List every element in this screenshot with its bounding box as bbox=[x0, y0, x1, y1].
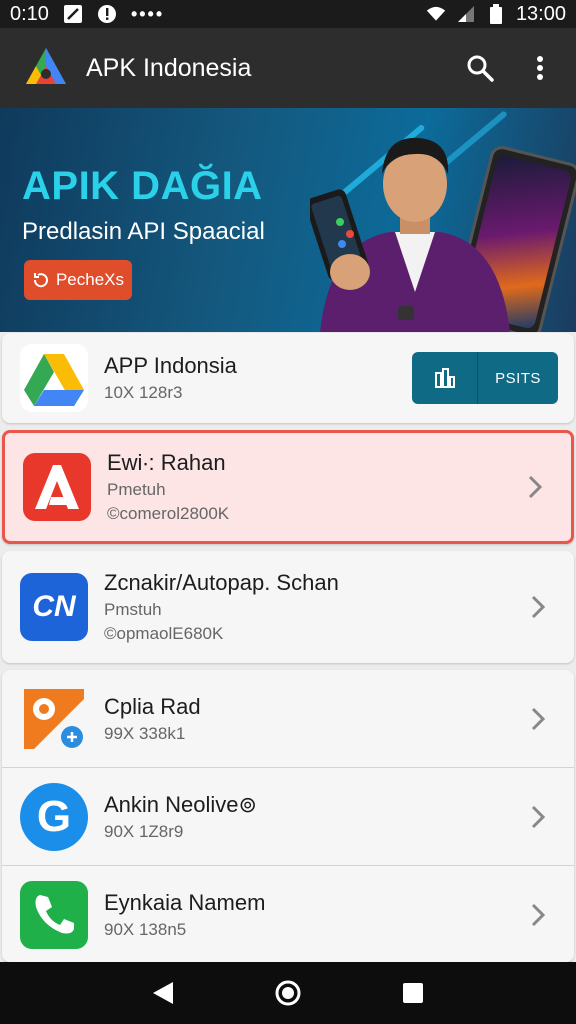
featured-action-button[interactable]: PSITS bbox=[412, 352, 558, 404]
featured-app-name: APP Indonsia bbox=[104, 353, 237, 378]
banner-subtitle: Predlasin API Spaacial bbox=[22, 218, 265, 245]
app-developer: Pmetuh bbox=[107, 480, 166, 499]
featured-button-label: PSITS bbox=[495, 369, 541, 387]
banner-cta-label: PecheXs bbox=[55, 270, 125, 289]
app-meta: 90X 138n5 bbox=[104, 920, 187, 939]
app-name: Eynkaia Namem bbox=[104, 890, 266, 915]
system-nav-bar bbox=[0, 962, 576, 1024]
app-name: Cplia Rad bbox=[104, 693, 201, 719]
featured-app-card[interactable]: APP Indonsia 10X 128r3 PSITS bbox=[2, 333, 574, 423]
cn-logo-text: CN bbox=[32, 590, 76, 623]
more-vert-icon[interactable] bbox=[524, 52, 556, 84]
search-icon[interactable] bbox=[464, 52, 496, 84]
list-item[interactable]: Eynkaia Namem 90X 138n5 bbox=[2, 866, 574, 962]
adobe-style-icon bbox=[23, 453, 91, 521]
apk-logo-icon bbox=[22, 44, 70, 92]
chevron-right-icon bbox=[531, 903, 546, 927]
app-name: Ewi∙: Rahan bbox=[107, 450, 226, 475]
app-list: Cplia Rad 99X 338k1 G Ankin Neolive⊚ 90X… bbox=[2, 670, 574, 962]
google-drive-style-icon bbox=[20, 344, 88, 412]
chart-icon bbox=[412, 352, 478, 404]
app-card-highlighted[interactable]: Ewi∙: Rahan Pmetuh ©comerol2800K bbox=[2, 430, 574, 544]
person-illustration bbox=[310, 137, 510, 332]
chevron-right-icon bbox=[531, 707, 546, 730]
phone-app-icon bbox=[20, 881, 88, 949]
recents-icon[interactable] bbox=[393, 973, 433, 1013]
banner-cta-button[interactable]: PecheXs bbox=[24, 260, 132, 300]
home-icon[interactable] bbox=[268, 973, 308, 1013]
app-title: APK Indonesia bbox=[86, 53, 252, 82]
chevron-right-icon bbox=[528, 475, 543, 499]
app-card[interactable]: CN Zcnakir/Autopap. Schan Pmstuh ©opmaol… bbox=[2, 551, 574, 663]
alert-icon bbox=[97, 4, 117, 24]
app-name: Ankin Neolive⊚ bbox=[104, 791, 257, 817]
google-g-icon: G bbox=[20, 782, 88, 851]
more-notifications: •••• bbox=[130, 3, 165, 24]
app-downloads: ©opmaolE680K bbox=[104, 624, 224, 643]
app-bar: APK Indonesia bbox=[0, 28, 576, 108]
app-meta: 90X 1Z8r9 bbox=[104, 821, 184, 841]
list-item[interactable]: G Ankin Neolive⊚ 90X 1Z8r9 bbox=[2, 768, 574, 866]
cn-logo-icon: CN bbox=[20, 573, 88, 641]
featured-app-meta: 10X 128r3 bbox=[104, 383, 183, 402]
app-meta: 99X 338k1 bbox=[104, 723, 186, 743]
status-time-left: 0:10 bbox=[10, 2, 49, 25]
google-g-text: G bbox=[36, 791, 72, 841]
refresh-icon bbox=[33, 273, 48, 288]
status-bar: 0:10 •••• 13:00 bbox=[0, 0, 576, 28]
back-icon[interactable] bbox=[143, 973, 183, 1013]
app-downloads: ©comerol2800K bbox=[107, 504, 230, 523]
app-name: Zcnakir/Autopap. Schan bbox=[104, 570, 339, 595]
signal-icon bbox=[456, 4, 476, 24]
list-item[interactable]: Cplia Rad 99X 338k1 bbox=[2, 670, 574, 768]
status-time-right: 13:00 bbox=[515, 2, 566, 25]
chevron-right-icon bbox=[531, 805, 546, 828]
battery-icon bbox=[486, 4, 506, 24]
chevron-right-icon bbox=[531, 595, 546, 619]
settings-app-icon bbox=[20, 685, 88, 753]
notification-icon bbox=[63, 4, 83, 24]
app-developer: Pmstuh bbox=[104, 600, 162, 619]
promo-banner[interactable]: APIK DAĞIA Predlasin API Spaacial PecheX… bbox=[0, 108, 576, 332]
banner-headline: APIK DAĞIA bbox=[22, 164, 263, 208]
wifi-icon bbox=[426, 4, 446, 24]
